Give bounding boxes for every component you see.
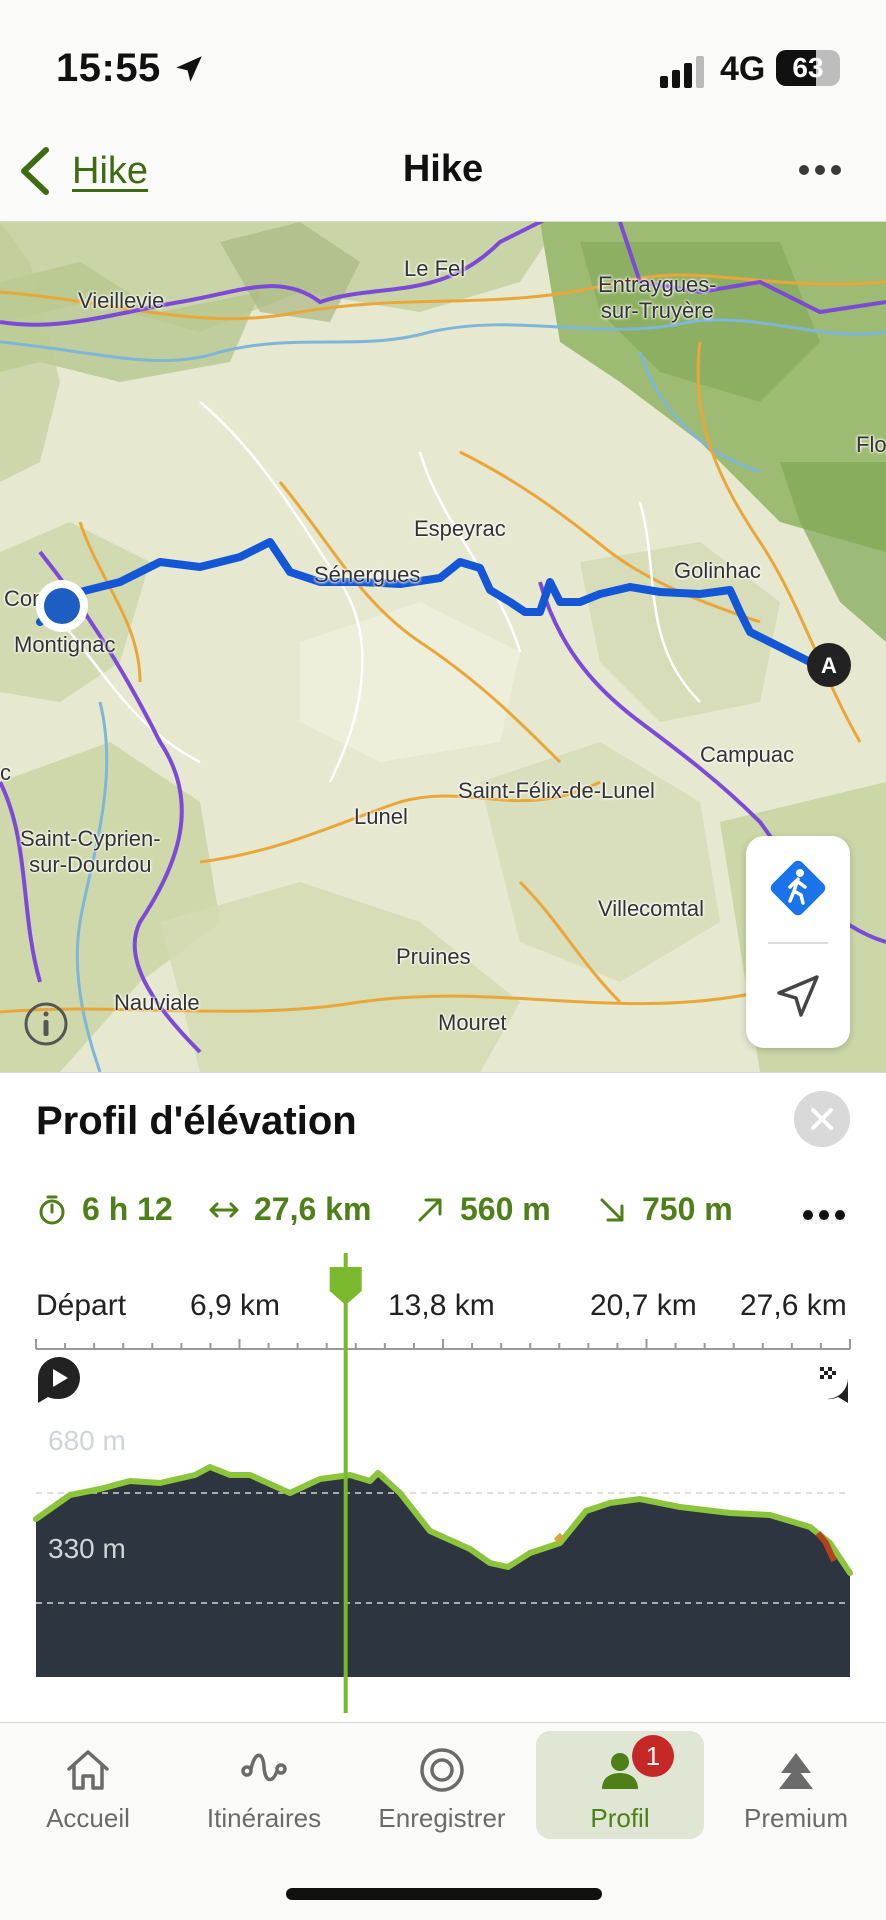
navigation-header: Hike Hike (0, 120, 886, 222)
map-label-le-fel: Le Fel (404, 256, 466, 281)
map-label-senergues: Sénergues (314, 562, 421, 587)
axis-label-20-7km: 20,7 km (590, 1289, 697, 1322)
elevation-panel: Profil d'élévation 6 h 12 27,6 km 560 m (0, 1072, 886, 1722)
stats-more-icon[interactable] (802, 1203, 846, 1227)
stat-duration: 6 h 12 (36, 1191, 173, 1228)
tab-enregistrer[interactable]: Enregistrer (358, 1731, 526, 1839)
tab-profil[interactable]: Profil 1 (536, 1731, 704, 1839)
hiker-directions-icon (770, 860, 826, 916)
arrow-down-right-icon (600, 1198, 624, 1221)
battery-icon: 63 (776, 50, 840, 86)
tab-itineraires[interactable]: Itinéraires (180, 1731, 348, 1839)
elevation-label-330: 330 m (48, 1533, 126, 1564)
record-icon (420, 1748, 464, 1792)
network-type: 4G (720, 50, 766, 88)
map-label-flo: Flo (856, 432, 886, 457)
home-icon (67, 1750, 109, 1790)
map-label-vieillevie: Vieillevie (78, 288, 165, 313)
ellipsis-icon[interactable] (798, 158, 842, 182)
recenter-button[interactable] (746, 944, 850, 1048)
notification-badge: 1 (632, 1735, 674, 1777)
back-label: Hike (72, 149, 149, 192)
elevation-label-680: 680 m (48, 1425, 126, 1456)
distance-axis-labels: Départ 6,9 km 13,8 km 20,7 km 27,6 km (36, 1289, 850, 1329)
tab-premium[interactable]: Premium (712, 1731, 880, 1839)
axis-label-6-9km: 6,9 km (190, 1289, 281, 1322)
back-button[interactable]: Hike (18, 146, 148, 196)
map-label-nauviale: Nauviale (114, 990, 200, 1015)
map-label-campuac: Campuac (700, 742, 795, 767)
route-end-marker[interactable]: A (806, 642, 852, 688)
status-bar: 15:55 4G 63 (0, 0, 886, 120)
map-label-golinhac: Golinhac (674, 558, 761, 583)
stopwatch-icon (39, 1195, 65, 1224)
stat-distance: 27,6 km (208, 1191, 371, 1228)
cellular-signal-icon (660, 56, 704, 88)
axis-label-27-6km: 27,6 km (740, 1289, 847, 1322)
finish-flag-icon[interactable] (804, 1355, 850, 1405)
elevation-profile-area (36, 1467, 850, 1677)
map-view[interactable]: Le Fel Vieillevie Entraygues-sur-Truyère… (0, 222, 886, 1072)
tab-accueil[interactable]: Accueil (4, 1731, 172, 1839)
map-label-montignac: Montignac (14, 632, 116, 657)
start-marker-icon[interactable] (36, 1355, 82, 1405)
map-label-villecomtal: Villecomtal (598, 896, 704, 921)
current-location-marker[interactable] (34, 578, 90, 634)
map-label-espeyrac: Espeyrac (414, 516, 506, 541)
map-label-saint-cyprien: Saint-Cyprien-sur-Dourdou (20, 826, 161, 877)
stat-ascent: 560 m (414, 1191, 551, 1228)
close-icon[interactable] (794, 1091, 850, 1147)
activity-mode-button[interactable] (746, 836, 850, 940)
arrow-up-right-icon (418, 1198, 442, 1221)
map-label-entraygues: Entraygues-sur-Truyère (598, 272, 717, 323)
chevron-left-icon (21, 147, 49, 195)
navigation-arrow-icon (777, 975, 819, 1017)
elevation-title: Profil d'élévation (36, 1099, 357, 1143)
axis-label-start: Départ (36, 1289, 127, 1322)
elevation-stats: 6 h 12 27,6 km 560 m 750 m (36, 1191, 856, 1241)
axis-label-13-8km: 13,8 km (388, 1289, 495, 1322)
status-time: 15:55 (56, 46, 161, 90)
home-indicator (286, 1888, 602, 1900)
map-label-mouret: Mouret (438, 1010, 507, 1035)
svg-text:A: A (821, 653, 837, 678)
route-icon (241, 1753, 287, 1782)
slope-segment-steep (553, 1532, 565, 1544)
location-arrow-icon (176, 56, 202, 82)
map-label-pruines: Pruines (396, 944, 471, 969)
map-controls (746, 836, 850, 1048)
stat-descent: 750 m (596, 1191, 733, 1228)
map-label-lunel: Lunel (354, 804, 408, 829)
map-label-c: c (0, 760, 11, 785)
horizontal-arrows-icon (209, 1202, 239, 1217)
mountain-icon (779, 1753, 813, 1789)
map-label-saint-felix: Saint-Félix-de-Lunel (458, 778, 655, 803)
battery-level: 63 (792, 52, 824, 83)
distance-axis (35, 1339, 851, 1350)
info-icon[interactable] (22, 1000, 70, 1048)
